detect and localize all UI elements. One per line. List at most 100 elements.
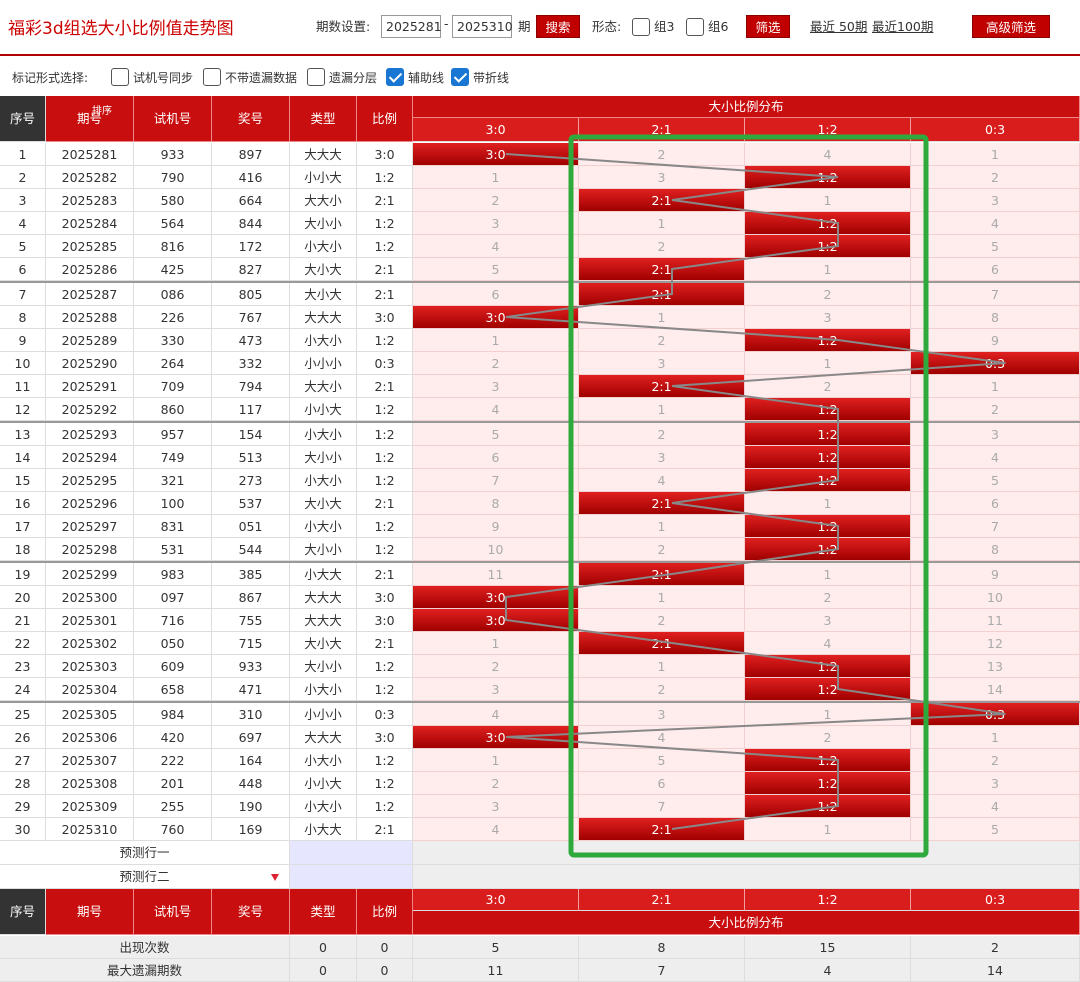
ratio-hit-cell: 1:2 [745, 795, 911, 818]
cell-issue: 2025293 [46, 423, 134, 446]
miss-count-cell: 6 [413, 283, 579, 306]
sync-trial-checkbox[interactable] [111, 68, 129, 86]
period-to-input[interactable]: 2025310 [452, 15, 513, 38]
no-miss-data-checkbox[interactable] [203, 68, 221, 86]
predict-row-2-area[interactable] [413, 865, 1080, 889]
predict-row-2-input[interactable] [290, 865, 413, 889]
miss-count-cell: 1 [745, 352, 911, 375]
ratio-hit-cell: 3:0 [413, 726, 579, 749]
predict-row-1-input[interactable] [290, 841, 413, 865]
ratio-hit-cell: 2:1 [579, 283, 745, 306]
miss-count-cell: 1 [911, 375, 1080, 398]
period-dash: - [444, 16, 449, 31]
cell-type: 大大大 [290, 609, 357, 632]
miss-count-cell: 2 [911, 749, 1080, 772]
cell-draw: 544 [212, 538, 290, 561]
miss-count-cell: 4 [413, 818, 579, 841]
miss-count-cell: 1 [413, 632, 579, 655]
filter-button[interactable]: 筛选 [746, 15, 790, 38]
cell-seq: 16 [0, 492, 46, 515]
cell-draw: 755 [212, 609, 290, 632]
cell-draw: 169 [212, 818, 290, 841]
search-button[interactable]: 搜索 [536, 15, 580, 38]
cell-draw: 664 [212, 189, 290, 212]
col-header-dist: 大小比例分布 [413, 96, 1080, 118]
cell-draw: 471 [212, 678, 290, 701]
miss-count-cell: 1 [745, 563, 911, 586]
arrow-down-icon[interactable] [271, 874, 279, 881]
miss-count-cell: 1 [745, 492, 911, 515]
miss-count-cell: 6 [413, 446, 579, 469]
cell-issue: 2025309 [46, 795, 134, 818]
ratio-hit-cell: 2:1 [579, 632, 745, 655]
cell-type: 大小大 [290, 258, 357, 281]
cell-type: 大小小 [290, 538, 357, 561]
miss-count-cell: 6 [911, 258, 1080, 281]
col-header-issue[interactable]: 期号 [46, 96, 134, 142]
cell-seq: 28 [0, 772, 46, 795]
page-title: 福彩3d组选大小比例值走势图 [8, 19, 234, 39]
cell-draw: 117 [212, 398, 290, 421]
cell-trial: 264 [134, 352, 212, 375]
cell-ratio: 2:1 [357, 632, 413, 655]
miss-count-cell: 6 [579, 772, 745, 795]
cell-seq: 9 [0, 329, 46, 352]
miss-count-cell: 9 [911, 563, 1080, 586]
ratio-hit-cell: 1:2 [745, 655, 911, 678]
cell-draw: 844 [212, 212, 290, 235]
col-header-draw: 奖号 [212, 96, 290, 142]
cell-draw: 416 [212, 166, 290, 189]
mark-label: 标记形式选择: [12, 71, 89, 85]
advanced-filter-button[interactable]: 高级筛选 [972, 15, 1050, 38]
ratio-col-header: 3:0 [413, 118, 579, 142]
miss-count-cell: 9 [413, 515, 579, 538]
polyline-checkbox[interactable] [451, 68, 469, 86]
cell-draw: 448 [212, 772, 290, 795]
cell-issue: 2025302 [46, 632, 134, 655]
miss-layer-checkbox[interactable] [307, 68, 325, 86]
zu6-checkbox[interactable] [686, 18, 704, 36]
footer-header-trial: 试机号 [134, 889, 212, 935]
miss-count-cell: 7 [579, 795, 745, 818]
miss-count-cell: 2 [579, 609, 745, 632]
miss-count-cell: 3 [911, 423, 1080, 446]
cell-draw: 164 [212, 749, 290, 772]
cell-seq: 24 [0, 678, 46, 701]
aux-line-checkbox[interactable] [386, 68, 404, 86]
cell-trial: 709 [134, 375, 212, 398]
cell-ratio: 3:0 [357, 143, 413, 166]
footer-header-type: 类型 [290, 889, 357, 935]
col-header-trial: 试机号 [134, 96, 212, 142]
cell-ratio: 1:2 [357, 212, 413, 235]
cell-ratio: 1:2 [357, 538, 413, 561]
cell-trial: 050 [134, 632, 212, 655]
cell-seq: 2 [0, 166, 46, 189]
ratio-hit-cell: 1:2 [745, 166, 911, 189]
ratio-hit-cell: 3:0 [413, 609, 579, 632]
recent-50-link[interactable]: 最近 50期 [810, 16, 867, 35]
cell-type: 小大小 [290, 515, 357, 538]
period-from-input[interactable]: 2025281 [381, 15, 442, 38]
zu3-checkbox[interactable] [632, 18, 650, 36]
ratio-hit-cell: 2:1 [579, 818, 745, 841]
cell-ratio: 3:0 [357, 726, 413, 749]
cell-issue: 2025297 [46, 515, 134, 538]
cell-ratio: 1:2 [357, 772, 413, 795]
ratio-hit-cell: 1:2 [745, 329, 911, 352]
predict-row-1-area[interactable] [413, 841, 1080, 865]
ratio-col-header: 2:1 [579, 118, 745, 142]
zu6-label: 组6 [708, 19, 729, 34]
cell-trial: 222 [134, 749, 212, 772]
cell-draw: 051 [212, 515, 290, 538]
sort-label[interactable]: 排序 [92, 106, 112, 118]
footer-ratio-col-header: 1:2 [745, 889, 911, 911]
miss-count-cell: 7 [911, 283, 1080, 306]
recent-100-link[interactable]: 最近100期 [872, 16, 933, 35]
ratio-hit-cell: 1:2 [745, 772, 911, 795]
top-toolbar: 福彩3d组选大小比例值走势图 期数设置: 2025281 - 2025310 期… [0, 0, 1080, 56]
cell-trial: 201 [134, 772, 212, 795]
cell-draw: 385 [212, 563, 290, 586]
cell-issue: 2025298 [46, 538, 134, 561]
cell-seq: 8 [0, 306, 46, 329]
ratio-hit-cell: 2:1 [579, 189, 745, 212]
